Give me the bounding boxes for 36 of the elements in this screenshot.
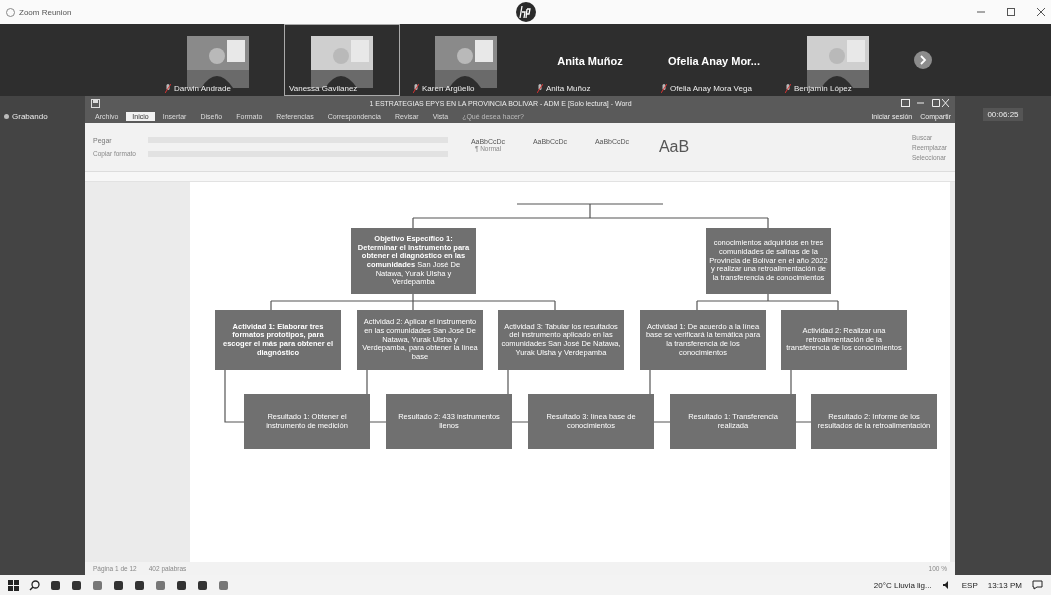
connector-line [224,369,245,423]
search-icon[interactable] [29,579,40,591]
participant-tile[interactable]: Anita Muñoz Anita Muñoz [532,24,648,96]
weather-label[interactable]: 20°C Lluvia lig... [873,580,932,590]
participant-tile[interactable]: Ofelia Anay Mor... Ofelia Anay Mora Vega [656,24,772,96]
taskbar-app-icon[interactable] [50,579,61,591]
window-controls-icon[interactable] [901,99,949,107]
recording-indicator: Grabando [0,112,85,121]
participant-label: Benjamín López [794,84,852,93]
participant-label: Ofelia Anay Mora Vega [670,84,752,93]
close-icon[interactable] [1037,8,1045,16]
next-page-button[interactable] [914,51,932,69]
participant-tile[interactable]: Benjamín López [780,24,896,96]
window-title: Zoom Reunion [19,7,72,17]
participant-label: Darwin Andrade [174,84,231,93]
maximize-icon[interactable] [1007,8,1015,16]
meeting-timer: 00:06:25 [983,108,1023,121]
notification-icon[interactable] [1032,580,1043,590]
style-preset[interactable]: AaB [646,138,702,156]
participant-label: Vanessa Gavilanez [289,84,358,93]
participant-tile[interactable]: Vanessa Gavilanez [284,24,400,96]
participant-tile[interactable]: Darwin Andrade [160,24,276,96]
taskbar-app-icon[interactable] [134,579,145,591]
taskbar-app-icon[interactable] [113,579,124,591]
participant-name: Ofelia Anay Mor... [668,55,760,67]
participant-label: Karen Argüello [422,84,475,93]
taskbar-app-icon[interactable] [197,579,208,591]
start-icon[interactable] [8,579,19,591]
clock[interactable]: 13:13 PM [987,580,1022,590]
save-icon[interactable] [91,98,100,108]
taskbar-app-icon[interactable] [71,579,82,591]
participant-label: Anita Muñoz [546,84,591,93]
taskbar-app-icon[interactable] [176,579,187,591]
participant-name: Anita Muñoz [557,55,623,67]
participant-tile[interactable]: Karen Argüello [408,24,524,96]
language-indicator[interactable]: ESP [961,580,978,590]
